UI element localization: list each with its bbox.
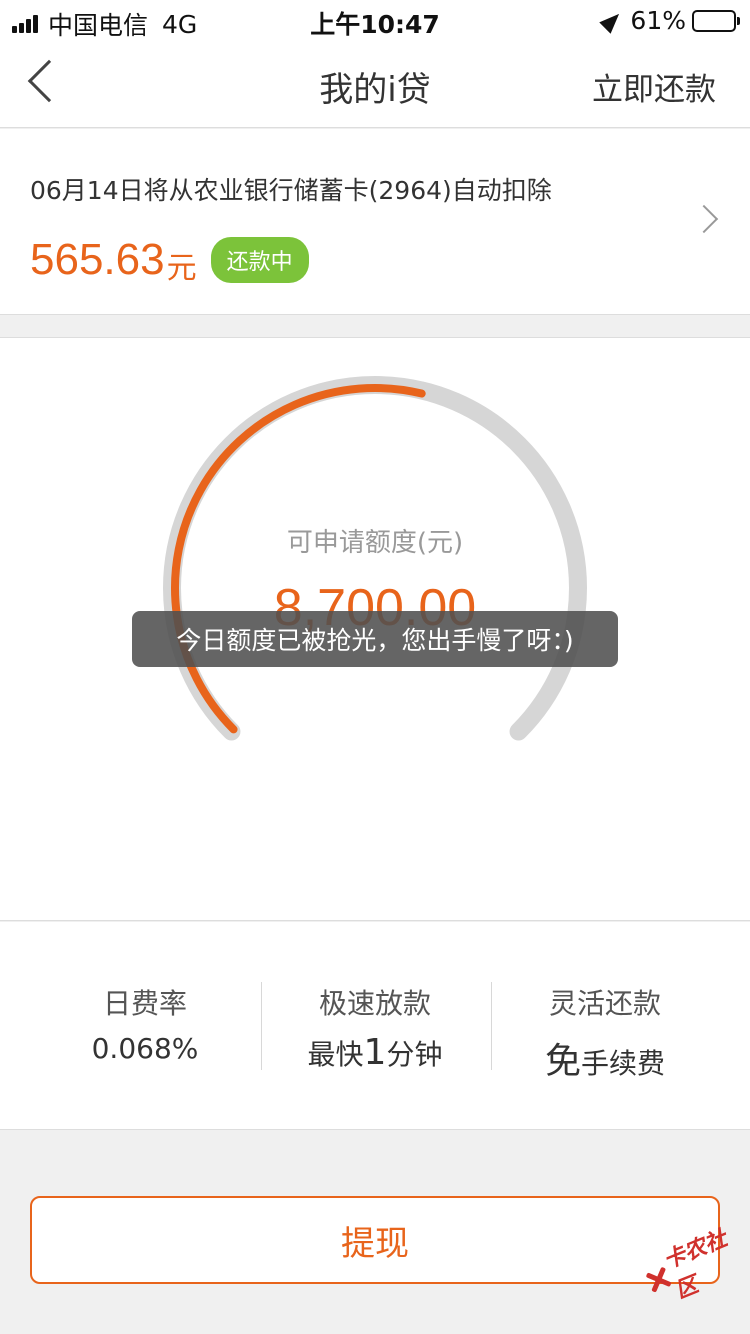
withdraw-button[interactable]: 提现 (30, 1196, 720, 1284)
location-icon (599, 7, 626, 34)
credit-gauge-section: 可申请额度(元) 8,700.00 今日额度已被抢光，您出手慢了呀：) (0, 337, 750, 921)
repayment-amount: 565.63 (30, 235, 165, 284)
feature-value-main: 免 (544, 1041, 581, 1082)
feature-value-prefix: 最快 (307, 1038, 364, 1071)
battery-percent: 61% (630, 6, 686, 35)
nav-bar: 我的i贷 立即还款 (0, 40, 750, 128)
watermark-logo-icon (644, 1266, 670, 1294)
feature-title: 极速放款 (318, 987, 431, 1020)
feature-value-suffix: 手续费 (581, 1047, 666, 1080)
feature-daily-rate: 日费率 0.068% (30, 982, 260, 1065)
feature-value: 免手续费 (490, 1032, 720, 1084)
features-row: 日费率 0.068% 极速放款 最快1分钟 灵活还款 免手续费 (0, 922, 750, 1130)
repayment-card[interactable]: 06月14日将从农业银行储蓄卡(2964)自动扣除 565.63 元 还款中 (0, 129, 750, 315)
feature-fast-loan: 极速放款 最快1分钟 (260, 982, 490, 1073)
status-bar: 中国电信 4G 上午10:47 61% (0, 0, 750, 40)
chevron-right-icon (689, 204, 719, 234)
feature-title: 日费率 (102, 987, 187, 1020)
feature-value-suffix: 分钟 (386, 1038, 443, 1071)
feature-value-main: 0.068% (91, 1032, 199, 1065)
feature-title: 灵活还款 (548, 987, 661, 1020)
feature-flexible-repay: 灵活还款 免手续费 (490, 982, 720, 1084)
status-right: 61% (599, 6, 740, 35)
repayment-description: 06月14日将从农业银行储蓄卡(2964)自动扣除 (30, 176, 552, 205)
toast-message: 今日额度已被抢光，您出手慢了呀：) (132, 611, 618, 667)
feature-value-main: 1 (363, 1032, 387, 1073)
battery-icon (692, 9, 740, 32)
status-badge: 还款中 (210, 237, 309, 283)
repay-now-button[interactable]: 立即还款 (592, 64, 716, 109)
repayment-amount-row: 565.63 元 还款中 (30, 233, 309, 287)
credit-label: 可申请额度(元) (286, 528, 464, 558)
feature-value: 最快1分钟 (260, 1032, 490, 1073)
repayment-unit: 元 (166, 251, 197, 286)
feature-value: 0.068% (30, 1032, 260, 1065)
